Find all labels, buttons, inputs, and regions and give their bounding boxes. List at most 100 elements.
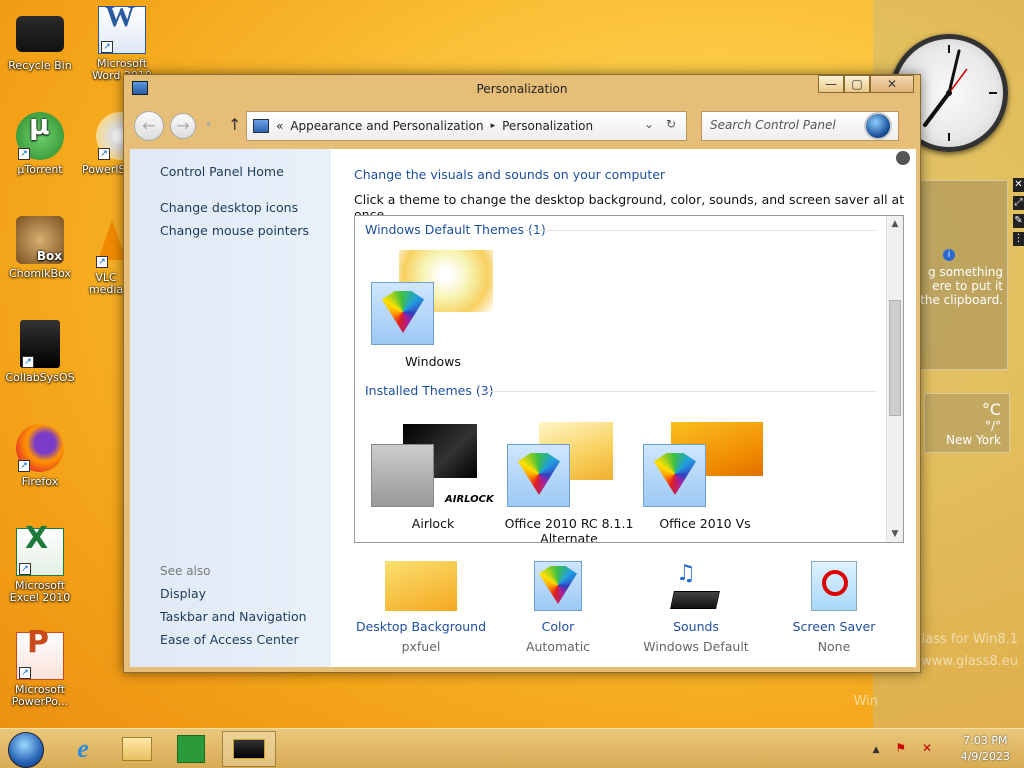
- shortcut-arrow-icon: ↗: [19, 563, 31, 575]
- control-panel-icon: [132, 81, 148, 95]
- breadcrumb-prefix[interactable]: «: [276, 119, 283, 133]
- group-default-themes[interactable]: Windows Default Themes (1): [365, 222, 546, 237]
- color-fan-icon: [371, 282, 434, 345]
- back-button[interactable]: ←: [134, 111, 164, 141]
- page-heading: Change the visuals and sounds on your co…: [354, 167, 666, 182]
- display-link[interactable]: Display: [160, 586, 206, 601]
- desktop-icon-word[interactable]: W ↗ Microsoft Word 2010: [82, 2, 162, 82]
- control-panel-home-link[interactable]: Control Panel Home: [160, 164, 284, 179]
- minimize-button[interactable]: —: [818, 75, 844, 93]
- sounds-icon: ♫: [670, 561, 720, 611]
- scroll-thumb[interactable]: [889, 300, 901, 416]
- help-gear-icon[interactable]: [896, 151, 910, 165]
- themes-scrollbar[interactable]: ▲ ▼: [886, 216, 903, 542]
- ease-of-access-link[interactable]: Ease of Access Center: [160, 632, 299, 647]
- color-label: Color: [541, 619, 575, 634]
- change-desktop-icons-link[interactable]: Change desktop icons: [160, 200, 298, 215]
- forward-button[interactable]: →: [170, 113, 196, 139]
- firefox-icon: ↗: [16, 424, 64, 472]
- taskbar: e ▲ ⚑ ✕ 7:03 PM 4/9/2023: [0, 728, 1024, 768]
- close-icon[interactable]: ✕: [1013, 178, 1024, 192]
- watermark-text: Win: [853, 694, 878, 709]
- clipboard-text: g something: [928, 265, 1003, 279]
- recycle-bin-icon: [16, 16, 64, 52]
- network-icon[interactable]: ✕: [922, 741, 938, 755]
- breadcrumb-appearance[interactable]: Appearance and Personalization: [290, 119, 483, 133]
- screen-saver-label: Screen Saver: [792, 619, 876, 634]
- taskbar-control-panel[interactable]: [222, 731, 276, 767]
- taskbar-navigation-link[interactable]: Taskbar and Navigation: [160, 609, 307, 624]
- up-button[interactable]: ↑: [228, 115, 241, 134]
- weather-range: °/°: [984, 419, 1001, 433]
- desktop-icon-collabsysos[interactable]: ↗ CollabSysOS: [0, 320, 80, 384]
- breadcrumb-personalization[interactable]: Personalization: [502, 119, 593, 133]
- clipboard-text: ere to put it: [932, 279, 1003, 293]
- refresh-icon[interactable]: ↻: [666, 117, 676, 131]
- sounds-value: Windows Default: [643, 639, 749, 654]
- address-bar[interactable]: « Appearance and Personalization ▸ Perso…: [246, 111, 687, 141]
- weather-city: New York: [946, 433, 1001, 447]
- personalization-window: Personalization — ▢ ✕ ← → ▾ ↑ « Appearan…: [123, 74, 921, 673]
- desktop-icon-excel[interactable]: X ↗ Microsoft Excel 2010: [0, 524, 80, 604]
- desktop-icon-powerpoint[interactable]: P ↗ Microsoft PowerPo...: [0, 628, 80, 708]
- scroll-down-icon[interactable]: ▼: [887, 526, 903, 542]
- content-area: Control Panel Home Change desktop icons …: [130, 149, 916, 667]
- clipboard-text: the clipboard.: [920, 293, 1003, 307]
- action-center-icon[interactable]: ⚑: [895, 741, 912, 755]
- main-pane: Change the visuals and sounds on your co…: [331, 149, 916, 667]
- change-mouse-pointers-link[interactable]: Change mouse pointers: [160, 223, 309, 238]
- theme-label: Office 2010 Vs: [659, 516, 751, 531]
- word-icon: W ↗: [98, 2, 146, 54]
- theme-label-line2: Alternate: [540, 531, 598, 543]
- start-button[interactable]: [8, 732, 44, 768]
- shortcut-arrow-icon: ↗: [22, 356, 34, 368]
- shortcut-arrow-icon: ↗: [19, 667, 31, 679]
- maximize-button[interactable]: ▢: [844, 75, 870, 93]
- search-icon[interactable]: [864, 112, 892, 140]
- shortcut-arrow-icon: ↗: [18, 460, 30, 472]
- desktop-icon-firefox[interactable]: ↗ Firefox: [0, 424, 80, 488]
- shortcut-arrow-icon: ↗: [96, 256, 108, 268]
- wrench-icon[interactable]: ✎: [1013, 214, 1024, 228]
- sounds-button[interactable]: ♫ Sounds Windows Default: [626, 561, 766, 654]
- taskbar-file-explorer[interactable]: [112, 731, 162, 767]
- desktop-background-label: Desktop Background: [355, 619, 487, 634]
- close-button[interactable]: ✕: [870, 75, 914, 93]
- desktop-background-value: pxfuel: [401, 639, 441, 654]
- desktop-icon-chomikbox[interactable]: Box ChomikBox: [0, 216, 80, 280]
- drag-handle-icon[interactable]: ⋮: [1013, 232, 1024, 246]
- utorrent-icon: µ ↗: [16, 111, 64, 160]
- group-divider: [525, 230, 877, 231]
- screen-saver-button[interactable]: Screen Saver None: [764, 561, 904, 654]
- gadget-controls: ✕ ⤢ ✎ ⋮: [1013, 178, 1024, 246]
- watermark-text: www.glass8.eu: [921, 654, 1018, 669]
- show-hidden-icons-icon[interactable]: ▲: [873, 745, 886, 755]
- color-button[interactable]: Color Automatic: [488, 561, 628, 654]
- title-bar[interactable]: Personalization — ▢ ✕: [124, 75, 920, 103]
- taskbar-store[interactable]: [166, 731, 216, 767]
- see-also-heading: See also: [160, 564, 211, 578]
- left-pane: Control Panel Home Change desktop icons …: [130, 149, 331, 667]
- clock-tray[interactable]: 7:03 PM 4/9/2023: [961, 733, 1010, 765]
- recent-locations-icon[interactable]: ▾: [206, 119, 211, 130]
- themes-list: Windows Default Themes (1) Windows Insta…: [354, 215, 904, 543]
- weather-temp: °C: [981, 400, 1001, 419]
- breadcrumb-separator-icon[interactable]: ▸: [491, 121, 496, 131]
- desktop-icon-recycle-bin[interactable]: Recycle Bin: [0, 8, 80, 72]
- weather-gadget[interactable]: °C °/° New York: [924, 393, 1010, 453]
- theme-label: Windows: [405, 354, 461, 369]
- scroll-up-icon[interactable]: ▲: [887, 216, 903, 232]
- clipboard-gadget[interactable]: i g something ere to put it the clipboar…: [916, 180, 1008, 370]
- sounds-label: Sounds: [673, 619, 719, 634]
- address-dropdown-icon[interactable]: ⌄: [644, 117, 654, 131]
- taskbar-internet-explorer[interactable]: e: [58, 731, 108, 767]
- desktop-icon-label: Recycle Bin: [8, 59, 72, 72]
- desktop-icon-label: Firefox: [21, 475, 59, 488]
- powerpoint-icon: P ↗: [16, 628, 64, 680]
- resize-icon[interactable]: ⤢: [1013, 196, 1024, 210]
- folder-icon: ↗: [20, 320, 60, 368]
- desktop-icon-utorrent[interactable]: µ ↗ µTorrent: [0, 111, 80, 176]
- theme-label: Airlock: [411, 516, 455, 531]
- desktop-background-button[interactable]: Desktop Background pxfuel: [351, 561, 491, 654]
- group-installed-themes[interactable]: Installed Themes (3): [365, 383, 494, 398]
